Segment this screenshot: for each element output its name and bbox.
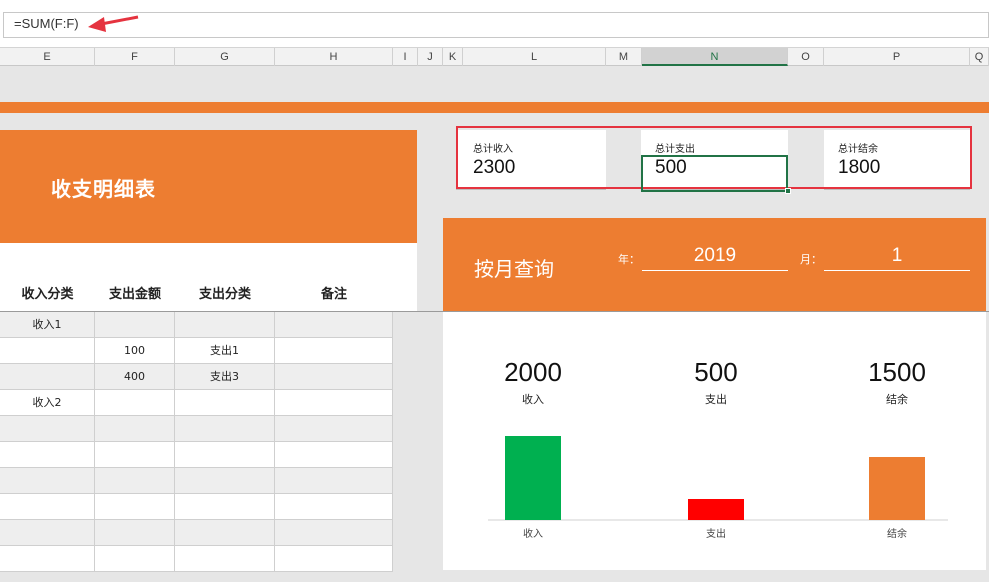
year-label: 年： [618, 253, 640, 266]
divider [0, 311, 989, 312]
header-income-category: 收入分类 [21, 287, 74, 302]
column-header-n[interactable]: N [642, 48, 788, 66]
table-row [0, 442, 393, 468]
table-cell[interactable] [0, 338, 95, 364]
table-row [0, 468, 393, 494]
table-cell[interactable]: 支出1 [175, 338, 275, 364]
month-input[interactable]: 1 [824, 245, 970, 271]
table-row: 收入1 [0, 312, 393, 338]
chart-bar [869, 457, 925, 520]
column-header: EFGHIJKLMNOPQ [0, 48, 989, 66]
table-cell[interactable] [0, 416, 95, 442]
table-cell[interactable]: 100 [95, 338, 175, 364]
column-header-e[interactable]: E [0, 48, 95, 66]
table-cell[interactable] [0, 468, 95, 494]
table-cell[interactable]: 400 [95, 364, 175, 390]
table-row: 收入2 [0, 390, 393, 416]
chart-tick-label: 支出 [706, 527, 726, 540]
column-header-k[interactable]: K [443, 48, 463, 66]
table-cell[interactable] [95, 416, 175, 442]
fill-handle[interactable] [785, 188, 791, 194]
table-cell[interactable] [0, 442, 95, 468]
sheet-title: 收支明细表 [51, 177, 156, 201]
table-cell[interactable] [275, 520, 393, 546]
selected-cell[interactable] [641, 155, 788, 192]
table-cell[interactable] [275, 416, 393, 442]
column-header-g[interactable]: G [175, 48, 275, 66]
table-cell[interactable] [175, 468, 275, 494]
table-cell[interactable] [275, 312, 393, 338]
table-cell[interactable] [95, 312, 175, 338]
column-header-q[interactable]: Q [970, 48, 989, 66]
bar-chart: 收入 支出 结余 [488, 436, 948, 540]
table-row [0, 416, 393, 442]
formula-text: =SUM(F:F) [14, 16, 79, 31]
chart-tick-label: 收入 [523, 527, 543, 540]
table-row [0, 546, 393, 572]
column-header-i[interactable]: I [393, 48, 418, 66]
table-cell[interactable] [95, 520, 175, 546]
table-cell[interactable] [275, 442, 393, 468]
chart-bar [688, 499, 744, 520]
column-header-o[interactable]: O [788, 48, 824, 66]
header-expense-category: 支出分类 [198, 287, 251, 302]
table-cell[interactable] [95, 390, 175, 416]
table-cell[interactable] [275, 364, 393, 390]
table-row [0, 520, 393, 546]
table-cell[interactable] [0, 546, 95, 572]
column-header-j[interactable]: J [418, 48, 443, 66]
table-cell[interactable] [95, 546, 175, 572]
table-cell[interactable] [275, 546, 393, 572]
table-cell[interactable] [275, 468, 393, 494]
column-header-f[interactable]: F [95, 48, 175, 66]
monthly-query-title: 按月查询 [474, 257, 554, 281]
accent-bar [0, 102, 989, 113]
table-cell[interactable] [175, 312, 275, 338]
chart-tick-label: 结余 [887, 527, 907, 540]
table-cell[interactable] [175, 416, 275, 442]
column-header-h[interactable]: H [275, 48, 393, 66]
header-expense-amount: 支出金额 [108, 287, 161, 302]
table-cell[interactable] [175, 494, 275, 520]
table-row [0, 494, 393, 520]
table-cell[interactable] [95, 442, 175, 468]
table-cell[interactable] [175, 520, 275, 546]
table-cell[interactable] [275, 494, 393, 520]
table-cell[interactable] [95, 468, 175, 494]
table-cell[interactable] [175, 546, 275, 572]
table-cell[interactable]: 支出3 [175, 364, 275, 390]
table-row: 100 支出1 [0, 338, 393, 364]
column-header-l[interactable]: L [463, 48, 606, 66]
red-arrow-icon [88, 15, 139, 32]
year-input[interactable]: 2019 [642, 245, 788, 271]
table-cell[interactable]: 收入1 [0, 312, 95, 338]
month-label: 月： [800, 253, 822, 266]
table-cell[interactable] [0, 364, 95, 390]
chart-bar [505, 436, 561, 520]
table-row: 400 支出3 [0, 364, 393, 390]
column-header-m[interactable]: M [606, 48, 642, 66]
column-header-p[interactable]: P [824, 48, 970, 66]
table-cell[interactable] [275, 390, 393, 416]
header-notes: 备注 [320, 287, 347, 302]
table-cell[interactable] [175, 390, 275, 416]
table-cell[interactable] [275, 338, 393, 364]
formula-input[interactable] [3, 12, 989, 38]
table-cell[interactable] [0, 494, 95, 520]
table-cell[interactable] [95, 494, 175, 520]
table-cell[interactable] [0, 520, 95, 546]
table-cell[interactable] [175, 442, 275, 468]
table-cell[interactable]: 收入2 [0, 390, 95, 416]
